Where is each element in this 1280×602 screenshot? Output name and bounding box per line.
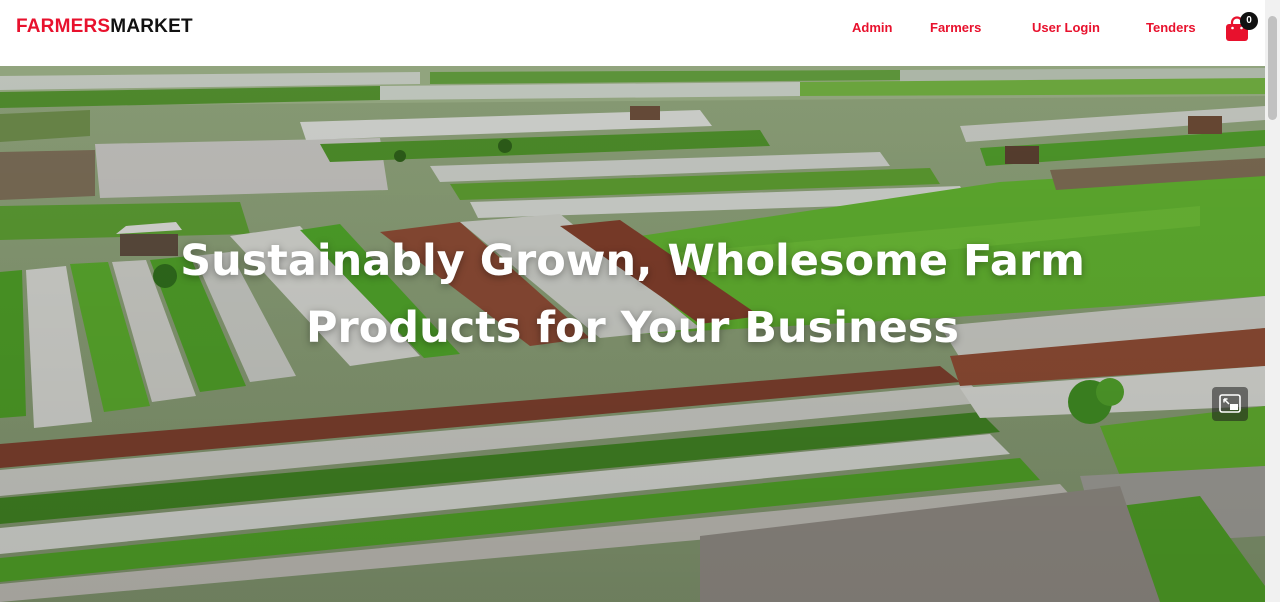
hero-heading-line-2: Products for Your Business [306,303,959,353]
hero-section: Sustainably Grown, Wholesome Farm Produc… [0,66,1265,602]
picture-in-picture-button[interactable] [1212,387,1248,421]
page: FARMERSMARKET Admin Farmers User Login T… [0,0,1280,602]
nav-link-user-login[interactable]: User Login [1032,19,1100,37]
nav-link-admin[interactable]: Admin [852,19,892,37]
main-nav: Admin Farmers User Login Tenders [0,19,1265,37]
page-scrollbar[interactable] [1265,0,1280,602]
hero-heading-line-1: Sustainably Grown, Wholesome Farm [180,236,1085,286]
hero-heading: Sustainably Grown, Wholesome Farm Produc… [0,228,1265,362]
nav-link-farmers[interactable]: Farmers [930,19,981,37]
cart-button[interactable]: 0 [1224,12,1260,44]
scrollbar-thumb[interactable] [1268,16,1277,120]
navbar: FARMERSMARKET Admin Farmers User Login T… [0,0,1265,66]
cart-count-badge: 0 [1240,12,1258,30]
picture-in-picture-icon [1219,394,1241,413]
nav-link-tenders[interactable]: Tenders [1146,19,1196,37]
